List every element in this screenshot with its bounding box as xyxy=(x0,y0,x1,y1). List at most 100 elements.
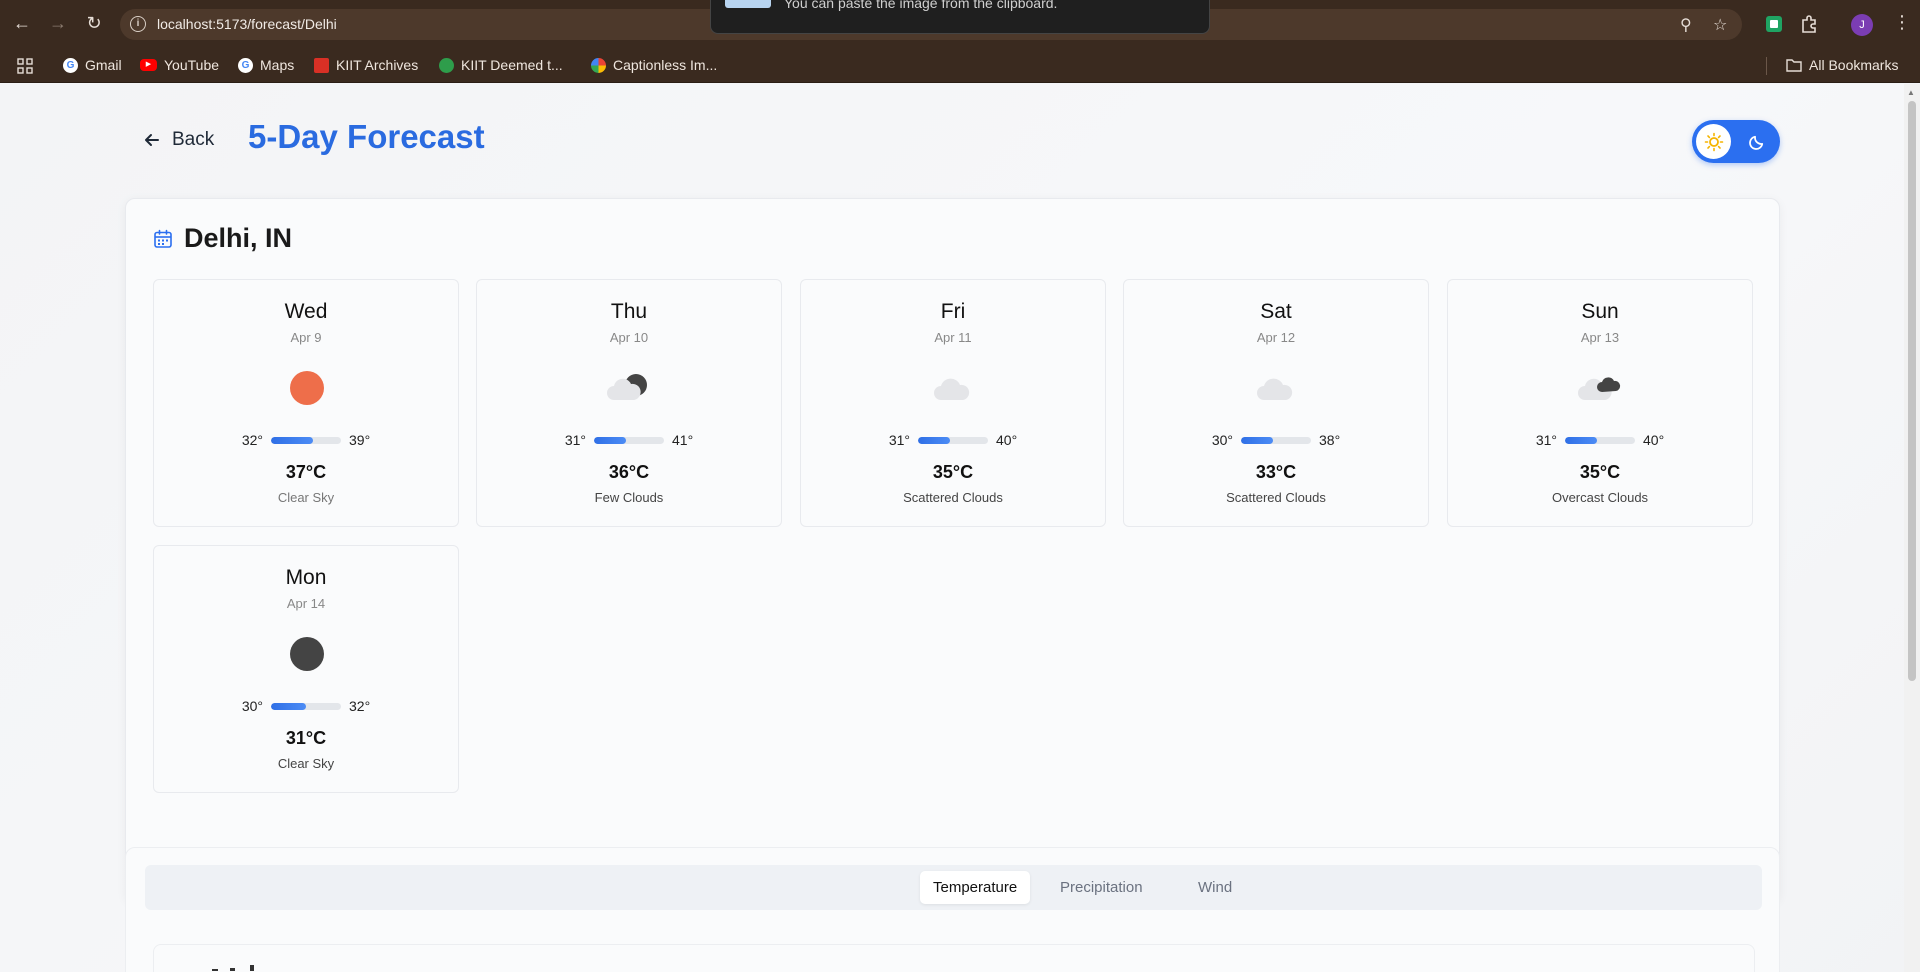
toast-message: You can paste the image from the clipboa… xyxy=(784,0,1058,11)
apps-grid-icon[interactable] xyxy=(17,58,33,74)
forecast-page: Back 5-Day Forecast Delhi, IN Wed Apr 9 … xyxy=(0,84,1920,972)
moon-icon xyxy=(1749,135,1764,150)
temp-range-bar xyxy=(271,702,341,710)
site-info-icon[interactable]: i xyxy=(130,16,146,32)
scroll-up-arrow-icon[interactable]: ▲ xyxy=(1907,88,1915,97)
day-card[interactable]: Thu Apr 10 31° 41° 36°C Few Clouds xyxy=(476,279,782,527)
day-date: Apr 9 xyxy=(290,330,322,345)
scrollbar-thumb[interactable] xyxy=(1908,101,1916,681)
day-card[interactable]: Sat Apr 12 30° 38° 33°C Scattered Clouds xyxy=(1123,279,1429,527)
youtube-icon: ▶ xyxy=(140,59,157,71)
day-card[interactable]: Sun Apr 13 31° 40° 35°C Overcast Clouds xyxy=(1447,279,1753,527)
zoom-icon[interactable]: ⚲ xyxy=(1680,15,1692,35)
temp-range-fill xyxy=(594,436,626,444)
day-card[interactable]: Fri Apr 11 31° 40° 35°C Scattered Clouds xyxy=(800,279,1106,527)
weather-description: Clear Sky xyxy=(277,756,335,771)
bookmarks-bar: G Gmail ▶ YouTube G Maps KIIT Archives K… xyxy=(0,49,1920,83)
min-temp: 30° xyxy=(241,698,263,714)
tab-wind[interactable]: Wind xyxy=(1185,871,1245,904)
bookmark-label: KIIT Deemed t... xyxy=(461,57,563,73)
tab-precipitation[interactable]: Precipitation xyxy=(1047,871,1156,904)
current-temp: 35°C xyxy=(1579,462,1621,482)
kiit-icon xyxy=(314,57,329,73)
all-bookmarks[interactable]: All Bookmarks xyxy=(1786,57,1898,73)
bookmark-maps[interactable]: G Maps xyxy=(238,57,294,73)
min-temp: 31° xyxy=(888,432,910,448)
temp-range-bar xyxy=(271,436,341,444)
min-temp: 32° xyxy=(241,432,263,448)
bookmark-label: Maps xyxy=(260,57,295,73)
day-name: Mon xyxy=(285,566,327,589)
day-name: Thu xyxy=(610,300,648,323)
max-temp: 41° xyxy=(672,432,694,448)
day-name: Sun xyxy=(1581,300,1619,323)
current-temp: 33°C xyxy=(1255,462,1297,482)
current-temp: 37°C xyxy=(285,462,327,482)
max-temp: 39° xyxy=(349,432,371,448)
weather-description: Scattered Clouds xyxy=(1226,490,1326,505)
arrow-left-icon xyxy=(145,134,159,146)
back-button[interactable]: Back xyxy=(142,126,214,154)
temp-range-fill xyxy=(918,436,950,444)
temp-range-fill xyxy=(1565,436,1597,444)
clear-sky-night-icon xyxy=(290,637,324,671)
day-date: Apr 11 xyxy=(934,330,972,345)
toggle-knob xyxy=(1696,124,1731,159)
browser-menu-icon[interactable]: ⋮ xyxy=(1893,12,1911,33)
day-name: Wed xyxy=(284,300,328,323)
weather-description: Clear Sky xyxy=(277,490,335,505)
bookmark-label: YouTube xyxy=(164,57,220,73)
current-temp: 35°C xyxy=(932,462,974,482)
bookmark-gmail[interactable]: G Gmail xyxy=(63,57,122,73)
bookmark-youtube[interactable]: ▶ YouTube xyxy=(140,57,219,73)
bookmark-label: Captionless Im... xyxy=(613,57,718,73)
extensions-puzzle-icon[interactable] xyxy=(1799,14,1819,34)
max-temp: 40° xyxy=(996,432,1018,448)
day-name: Fri xyxy=(940,300,966,323)
theme-toggle[interactable] xyxy=(1692,120,1780,163)
forward-nav-icon[interactable]: → xyxy=(47,12,69,34)
clear-sky-icon xyxy=(290,371,324,405)
bookmark-kiit-archives[interactable]: KIIT Archives xyxy=(314,57,418,73)
day-date: Apr 13 xyxy=(1580,330,1620,345)
temp-range-bar xyxy=(594,436,664,444)
temp-range: 32° 39° xyxy=(154,432,458,448)
google-icon: G xyxy=(63,57,78,73)
clipboard-image-icon xyxy=(725,0,771,8)
scattered-clouds-icon xyxy=(934,378,970,400)
overcast-clouds-icon xyxy=(1578,377,1621,400)
chart-title-fragment xyxy=(212,965,254,971)
max-temp: 32° xyxy=(349,698,371,714)
few-clouds-icon xyxy=(607,374,647,400)
tab-temperature[interactable]: Temperature xyxy=(920,871,1031,904)
profile-avatar[interactable]: J xyxy=(1851,14,1873,36)
bookmark-captionless[interactable]: Captionless Im... xyxy=(591,57,717,73)
temp-range: 30° 38° xyxy=(1124,432,1428,448)
bookmark-label: Gmail xyxy=(85,57,122,73)
current-temp: 36°C xyxy=(608,462,650,482)
folder-icon xyxy=(1786,59,1802,72)
max-temp: 38° xyxy=(1319,432,1341,448)
back-label: Back xyxy=(172,129,215,150)
weather-description: Overcast Clouds xyxy=(1551,490,1649,505)
day-date: Apr 10 xyxy=(609,330,649,345)
bookmark-kiit-deemed[interactable]: KIIT Deemed t... xyxy=(439,57,563,73)
temp-range-bar xyxy=(1241,436,1311,444)
address-url[interactable]: localhost:5173/forecast/Delhi xyxy=(157,16,337,32)
bookmarks-divider xyxy=(1766,57,1767,75)
reload-icon[interactable]: ↻ xyxy=(83,12,105,34)
scattered-clouds-icon xyxy=(1257,378,1293,400)
min-temp: 30° xyxy=(1211,432,1233,448)
back-nav-icon[interactable]: ← xyxy=(11,12,33,34)
day-card[interactable]: Wed Apr 9 32° 39° 37°C Clear Sky xyxy=(153,279,459,527)
bookmark-star-icon[interactable]: ☆ xyxy=(1713,15,1727,35)
bookmark-label: KIIT Archives xyxy=(336,57,419,73)
temp-range-fill xyxy=(1241,436,1273,444)
temp-range-fill xyxy=(271,436,313,444)
kiit-leaf-icon xyxy=(439,57,454,73)
day-card[interactable]: Mon Apr 14 30° 32° 31°C Clear Sky xyxy=(153,545,459,793)
extension-green-icon[interactable] xyxy=(1764,14,1784,34)
google-icon: G xyxy=(238,57,253,73)
sun-icon xyxy=(1704,132,1723,151)
max-temp: 40° xyxy=(1643,432,1665,448)
